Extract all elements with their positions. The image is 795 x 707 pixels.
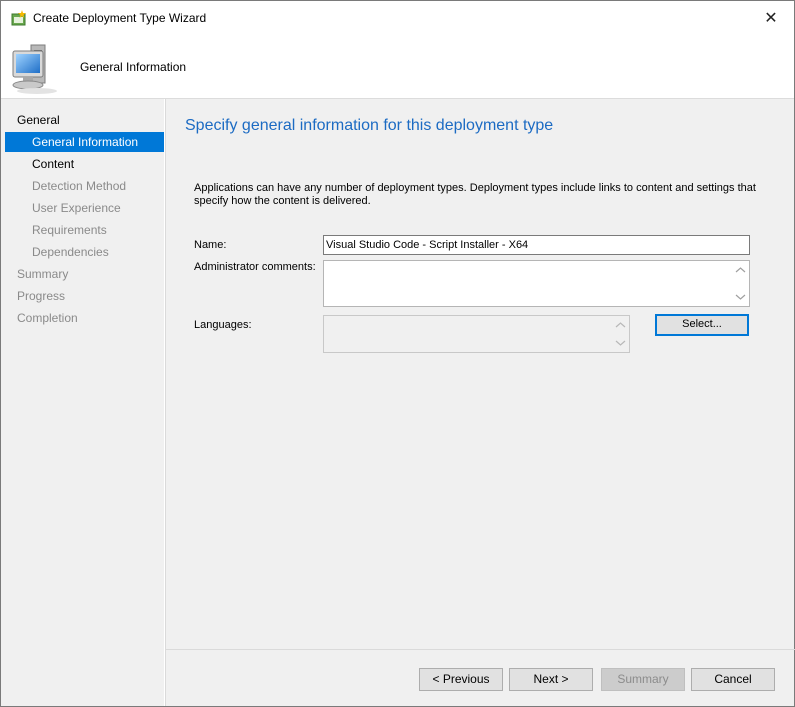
computer-icon: [9, 41, 65, 95]
nav-item-user-experience: User Experience: [32, 201, 121, 215]
page-description: Applications can have any number of depl…: [194, 182, 756, 207]
nav-item-general[interactable]: General: [1, 110, 164, 130]
scroll-up-icon: [615, 322, 626, 328]
wizard-icon: [11, 10, 27, 26]
cancel-button[interactable]: Cancel: [691, 668, 775, 691]
comments-field[interactable]: [323, 260, 750, 307]
nav-item-general-information[interactable]: General Information: [5, 132, 164, 152]
nav-item-detection-method: Detection Method: [32, 179, 127, 193]
comments-scrollbar[interactable]: [732, 261, 749, 306]
window-title: Create Deployment Type Wizard: [33, 11, 207, 25]
nav-item-dependencies: Dependencies: [32, 245, 109, 259]
scroll-down-icon: [615, 340, 626, 346]
languages-scrollbar: [612, 316, 629, 352]
languages-label: Languages:: [194, 319, 252, 331]
scroll-up-icon: [735, 267, 746, 273]
title-bar: Create Deployment Type Wizard ✕: [1, 1, 794, 35]
nav-item-completion: Completion: [17, 311, 78, 325]
wizard-nav: General General Information Content Dete…: [1, 99, 164, 706]
header-title: General Information: [80, 60, 187, 74]
select-languages-button[interactable]: Select...: [655, 314, 749, 336]
page-heading: Specify general information for this dep…: [185, 117, 554, 134]
name-field[interactable]: Visual Studio Code - Script Installer - …: [323, 235, 750, 255]
next-button[interactable]: Next >: [509, 668, 593, 691]
wizard-content: Specify general information for this dep…: [165, 99, 795, 706]
languages-field: [323, 315, 630, 353]
name-label: Name:: [194, 239, 227, 251]
nav-item-content[interactable]: Content: [1, 154, 164, 174]
nav-item-summary: Summary: [17, 267, 69, 281]
nav-item-requirements: Requirements: [32, 223, 107, 237]
comments-label: Administrator comments:: [194, 261, 316, 273]
close-button[interactable]: ✕: [748, 1, 794, 34]
close-icon: ✕: [764, 9, 778, 27]
footer-divider: [166, 649, 795, 650]
wizard-window: Create Deployment Type Wizard ✕ General …: [0, 0, 795, 707]
wizard-header: General Information: [1, 35, 794, 99]
scroll-down-icon: [735, 294, 746, 300]
nav-item-progress: Progress: [17, 289, 66, 303]
previous-button[interactable]: < Previous: [419, 668, 503, 691]
summary-button: Summary: [601, 668, 685, 691]
